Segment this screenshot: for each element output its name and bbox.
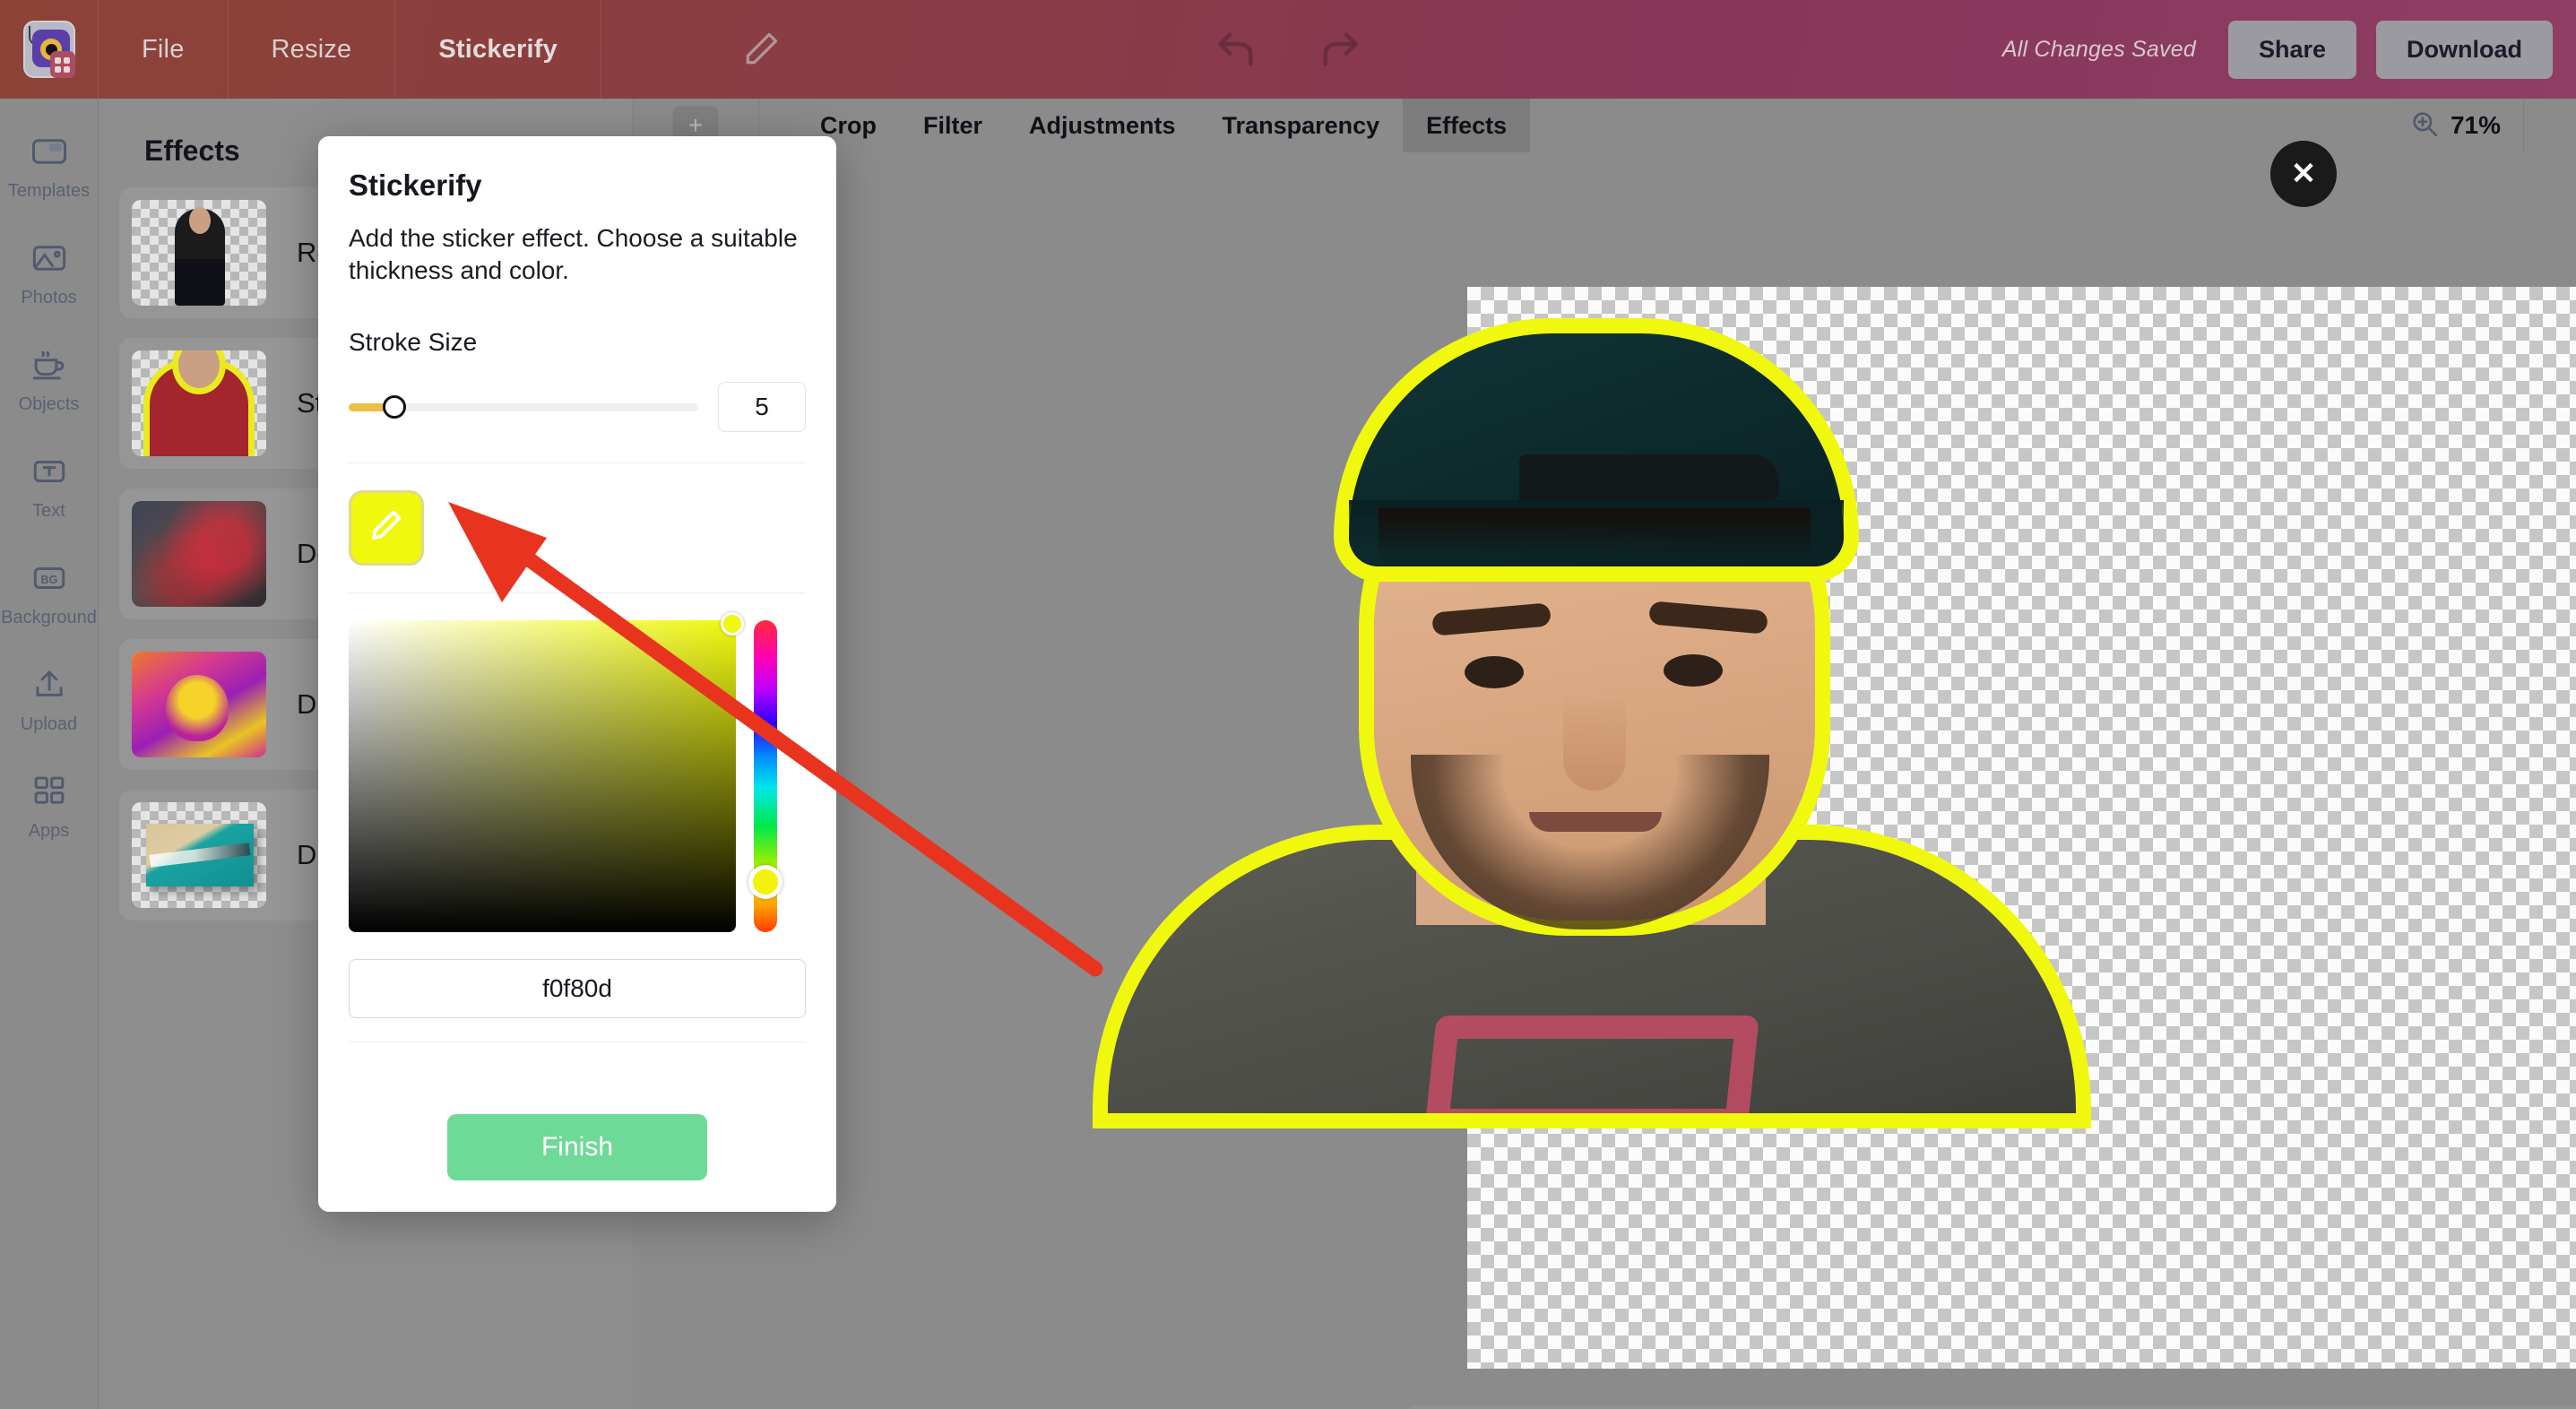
subject-eye: [1664, 654, 1723, 687]
stickerify-dialog: Stickerify Add the sticker effect. Choos…: [318, 136, 836, 1212]
apps-icon: [27, 769, 72, 814]
effect-thumbnail: [132, 652, 266, 757]
upload-icon: [27, 662, 72, 707]
editor-toolbar: + Crop Filter Adjustments Transparency E…: [633, 99, 2576, 152]
sidebar-item-objects[interactable]: Objects: [0, 342, 98, 415]
hex-input[interactable]: f0f80d: [349, 958, 806, 1018]
sidebar-item-background-label: Background: [1, 608, 97, 627]
background-icon: BG: [27, 556, 72, 601]
sidebar-item-upload-label: Upload: [20, 714, 78, 734]
tab-transparency[interactable]: Transparency: [1199, 99, 1404, 152]
sticker-subject[interactable]: [1031, 307, 2151, 1113]
sidebar-item-text[interactable]: Text: [0, 449, 98, 522]
sidebar-item-photos[interactable]: Photos: [0, 236, 98, 308]
menu-file-label: File: [142, 34, 185, 64]
undo-icon[interactable]: [1208, 22, 1264, 77]
sidebar-item-background[interactable]: BG Background: [0, 556, 98, 628]
pencil-icon: [367, 506, 405, 549]
menu-stickerify-label: Stickerify: [438, 34, 558, 64]
sidebar-item-apps-label: Apps: [28, 821, 70, 841]
effect-thumbnail: [132, 200, 266, 306]
finish-button[interactable]: Finish: [447, 1113, 707, 1180]
close-icon[interactable]: ✕: [2270, 141, 2337, 207]
top-bar-right: All Changes Saved Share Download: [2002, 0, 2553, 99]
menu-resize[interactable]: Resize: [229, 0, 396, 99]
tab-filter[interactable]: Filter: [900, 99, 1006, 152]
photos-icon: [27, 236, 72, 281]
effect-thumbnail: [132, 350, 266, 456]
stroke-size-row: 5: [349, 381, 806, 432]
stroke-size-value[interactable]: 5: [718, 381, 806, 432]
text-icon: [27, 449, 72, 494]
sidebar-item-templates[interactable]: Templates: [0, 129, 98, 202]
redo-icon[interactable]: [1312, 22, 1368, 77]
sidebar-item-photos-label: Photos: [21, 288, 77, 307]
left-sidebar: Templates Photos Objects Text BG Backgro…: [0, 99, 99, 1409]
toolbar-tabs: Crop Filter Adjustments Transparency Eff…: [797, 99, 1531, 152]
divider: [349, 592, 806, 593]
saturation-value-area[interactable]: [349, 611, 744, 932]
templates-icon: [27, 129, 72, 174]
zoom-in-icon: [2409, 108, 2440, 143]
sidebar-item-objects-label: Objects: [18, 394, 80, 414]
toolbar-divider: [2523, 99, 2524, 152]
color-picker: [349, 611, 806, 932]
tab-transparency-label: Transparency: [1222, 111, 1380, 139]
sidebar-item-text-label: Text: [32, 501, 65, 521]
share-button[interactable]: Share: [2227, 20, 2356, 79]
divider: [349, 462, 806, 463]
stroke-size-slider[interactable]: [349, 394, 698, 419]
new-slide-button[interactable]: + New Slide: [1407, 1405, 2576, 1409]
tab-effects[interactable]: Effects: [1403, 99, 1531, 152]
stroke-size-label: Stroke Size: [349, 327, 478, 356]
menu-file[interactable]: File: [99, 0, 229, 99]
zoom-level: 71%: [2450, 111, 2501, 139]
tab-adjustments[interactable]: Adjustments: [1006, 99, 1199, 152]
dialog-description: Add the sticker effect. Choose a suitabl…: [349, 224, 798, 284]
svg-text:BG: BG: [40, 574, 57, 586]
subject-mouth: [1529, 812, 1662, 832]
download-button[interactable]: Download: [2376, 20, 2553, 79]
editor-app: File Resize Stickerify All Changes Saved: [0, 0, 2576, 1409]
objects-icon: [27, 342, 72, 387]
menu-resize-label: Resize: [271, 34, 352, 64]
app-logo-icon: [22, 21, 75, 78]
subject-eye: [1465, 656, 1524, 688]
effect-thumbnail: [132, 802, 266, 908]
dialog-title: Stickerify: [349, 169, 482, 202]
tab-filter-label: Filter: [923, 111, 983, 139]
sidebar-item-templates-label: Templates: [7, 181, 91, 201]
tab-effects-label: Effects: [1426, 111, 1508, 139]
sidebar-item-apps[interactable]: Apps: [0, 769, 98, 842]
tab-crop-label: Crop: [820, 111, 877, 139]
shirt-graphic: [1424, 1016, 1759, 1113]
zoom-control[interactable]: 71%: [2409, 99, 2501, 152]
effect-thumbnail: [132, 501, 266, 607]
saturation-value-handle[interactable]: [721, 611, 744, 635]
hue-slider-handle[interactable]: [748, 864, 782, 899]
tab-adjustments-label: Adjustments: [1029, 111, 1176, 139]
hue-slider[interactable]: [748, 619, 782, 932]
subject-hair: [1379, 508, 1811, 562]
sidebar-item-upload[interactable]: Upload: [0, 662, 98, 735]
top-bar: File Resize Stickerify All Changes Saved: [0, 0, 2576, 99]
menu-stickerify[interactable]: Stickerify: [395, 0, 601, 99]
pencil-icon[interactable]: [733, 22, 789, 77]
save-status: All Changes Saved: [2001, 36, 2196, 62]
color-swatch-button[interactable]: [349, 489, 424, 566]
slider-handle[interactable]: [382, 394, 406, 419]
app-logo[interactable]: [0, 0, 99, 99]
